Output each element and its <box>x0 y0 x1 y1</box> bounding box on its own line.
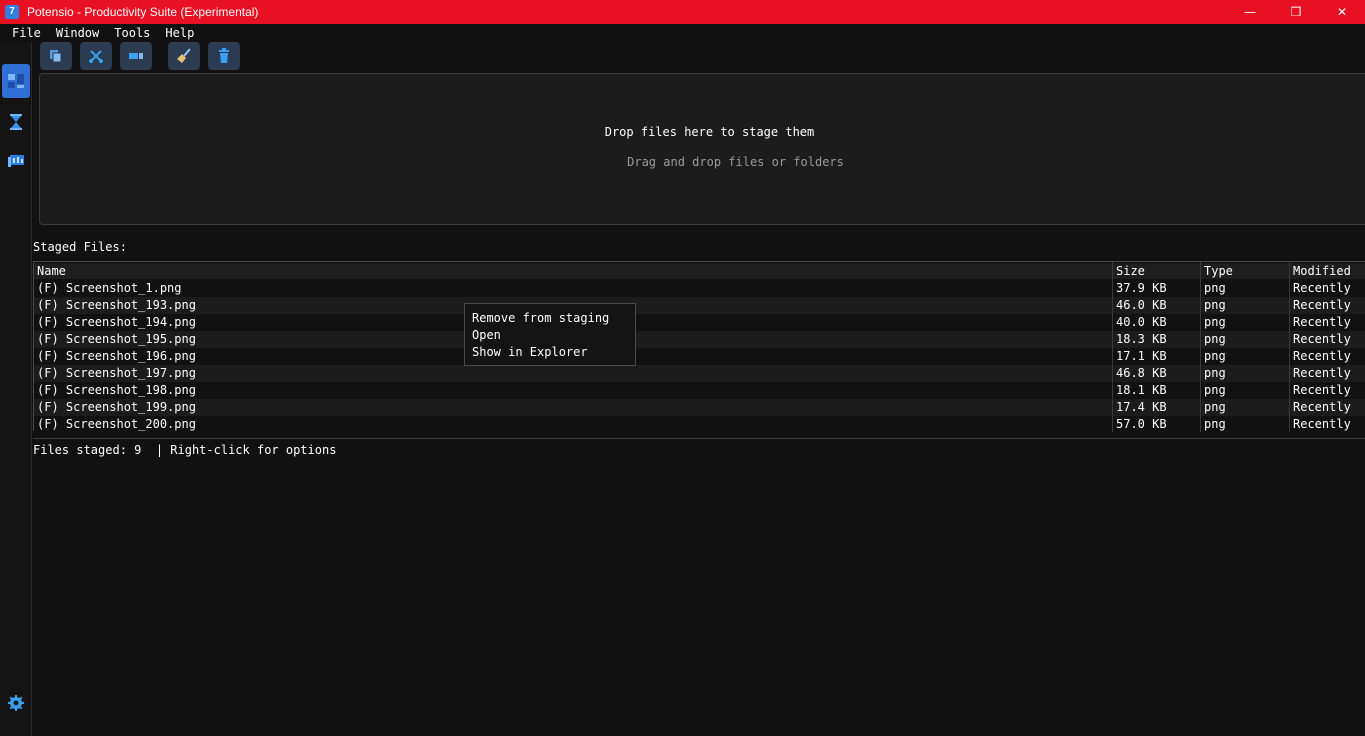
file-type-cell: png <box>1204 366 1226 380</box>
window-controls: — ❐ ✕ <box>1227 0 1365 24</box>
menu-file[interactable]: File <box>12 26 41 40</box>
menu-help[interactable]: Help <box>165 26 194 40</box>
file-size-cell: 17.1 KB <box>1116 349 1167 363</box>
file-name-cell: (F) Screenshot_198.png <box>37 383 196 397</box>
move-button[interactable] <box>120 42 152 70</box>
file-name-cell: (F) Screenshot_197.png <box>37 366 196 380</box>
copy-icon <box>50 50 62 63</box>
staged-files-label: Staged Files: <box>33 240 127 254</box>
column-header-size[interactable]: Size <box>1116 263 1200 280</box>
move-icon <box>129 53 143 59</box>
column-divider[interactable] <box>1112 262 1113 432</box>
trash-icon <box>219 48 229 63</box>
window-title: Potensio - Productivity Suite (Experimen… <box>27 5 259 19</box>
file-modified-cell: Recently <box>1293 298 1351 312</box>
sidebar-item-display[interactable] <box>2 144 30 178</box>
divider <box>33 438 1365 439</box>
scissors-icon <box>89 50 103 63</box>
table-row[interactable]: (F) Screenshot_195.png 18.3 KB png Recently <box>34 331 1365 348</box>
drop-zone[interactable]: Drop files here to stage them Drag and d… <box>39 73 1365 225</box>
settings-button[interactable] <box>2 686 30 720</box>
dashboard-icon <box>8 74 24 88</box>
minimize-button[interactable]: — <box>1227 0 1273 24</box>
sidebar-item-dashboard[interactable] <box>2 64 30 98</box>
file-modified-cell: Recently <box>1293 383 1351 397</box>
title-bar[interactable]: 7 Potensio - Productivity Suite (Experim… <box>0 0 1365 24</box>
file-size-cell: 57.0 KB <box>1116 417 1167 431</box>
staged-files-table[interactable]: Name Size Type Modified (F) Screenshot_1… <box>33 261 1365 433</box>
settings-gear-icon <box>8 695 24 711</box>
table-row[interactable]: (F) Screenshot_197.png 46.8 KB png Recently <box>34 365 1365 382</box>
file-size-cell: 18.1 KB <box>1116 383 1167 397</box>
copy-button[interactable] <box>40 42 72 70</box>
sidebar-item-timer[interactable] <box>2 105 30 139</box>
file-modified-cell: Recently <box>1293 417 1351 431</box>
column-header-modified[interactable]: Modified <box>1293 263 1365 280</box>
clean-button[interactable] <box>168 42 200 70</box>
table-row[interactable]: (F) Screenshot_200.png 57.0 KB png Recently <box>34 416 1365 433</box>
file-name-cell: (F) Screenshot_200.png <box>37 417 196 431</box>
display-icon <box>8 155 24 167</box>
file-size-cell: 40.0 KB <box>1116 315 1167 329</box>
file-type-cell: png <box>1204 281 1226 295</box>
file-modified-cell: Recently <box>1293 315 1351 329</box>
column-divider[interactable] <box>1200 262 1201 432</box>
context-menu-remove-from-staging[interactable]: Remove from staging <box>465 310 635 327</box>
file-type-cell: png <box>1204 315 1226 329</box>
table-row[interactable]: (F) Screenshot_199.png 17.4 KB png Recently <box>34 399 1365 416</box>
file-type-cell: png <box>1204 383 1226 397</box>
file-modified-cell: Recently <box>1293 349 1351 363</box>
file-modified-cell: Recently <box>1293 400 1351 414</box>
file-type-cell: png <box>1204 298 1226 312</box>
file-modified-cell: Recently <box>1293 366 1351 380</box>
cut-button[interactable] <box>80 42 112 70</box>
file-modified-cell: Recently <box>1293 332 1351 346</box>
menu-bar: File Window Tools Help <box>0 24 1365 42</box>
restore-button[interactable]: ❐ <box>1273 0 1319 24</box>
file-name-cell: (F) Screenshot_199.png <box>37 400 196 414</box>
file-size-cell: 17.4 KB <box>1116 400 1167 414</box>
column-header-name[interactable]: Name <box>37 263 1112 280</box>
file-type-cell: png <box>1204 349 1226 363</box>
column-divider[interactable] <box>1289 262 1290 432</box>
table-row[interactable]: (F) Screenshot_194.png 40.0 KB png Recently <box>34 314 1365 331</box>
file-type-cell: png <box>1204 400 1226 414</box>
file-size-cell: 46.0 KB <box>1116 298 1167 312</box>
file-size-cell: 37.9 KB <box>1116 281 1167 295</box>
table-header: Name Size Type Modified <box>34 263 1365 279</box>
delete-button[interactable] <box>208 42 240 70</box>
table-row[interactable]: (F) Screenshot_1.png 37.9 KB png Recently <box>34 280 1365 297</box>
menu-tools[interactable]: Tools <box>114 26 150 40</box>
sidebar <box>0 42 32 736</box>
close-button[interactable]: ✕ <box>1319 0 1365 24</box>
app-logo-icon: 7 <box>5 5 19 19</box>
file-type-cell: png <box>1204 417 1226 431</box>
drop-zone-subtitle: Drag and drop files or folders <box>627 155 844 169</box>
file-type-cell: png <box>1204 332 1226 346</box>
table-row[interactable]: (F) Screenshot_198.png 18.1 KB png Recently <box>34 382 1365 399</box>
context-menu-show-in-explorer[interactable]: Show in Explorer <box>465 344 635 361</box>
hourglass-icon <box>10 114 22 130</box>
table-row[interactable]: (F) Screenshot_196.png 17.1 KB png Recently <box>34 348 1365 365</box>
drop-zone-title: Drop files here to stage them <box>604 125 815 139</box>
column-header-type[interactable]: Type <box>1204 263 1288 280</box>
context-menu-open[interactable]: Open <box>465 327 635 344</box>
file-modified-cell: Recently <box>1293 281 1351 295</box>
context-menu: Remove from staging Open Show in Explore… <box>464 303 636 366</box>
file-size-cell: 46.8 KB <box>1116 366 1167 380</box>
file-name-cell: (F) Screenshot_1.png <box>37 281 182 295</box>
menu-window[interactable]: Window <box>56 26 99 40</box>
file-size-cell: 18.3 KB <box>1116 332 1167 346</box>
status-bar-text: Files staged: 9 | Right-click for option… <box>33 443 337 457</box>
table-row[interactable]: (F) Screenshot_193.png 46.0 KB png Recently <box>34 297 1365 314</box>
broom-icon <box>177 48 191 63</box>
